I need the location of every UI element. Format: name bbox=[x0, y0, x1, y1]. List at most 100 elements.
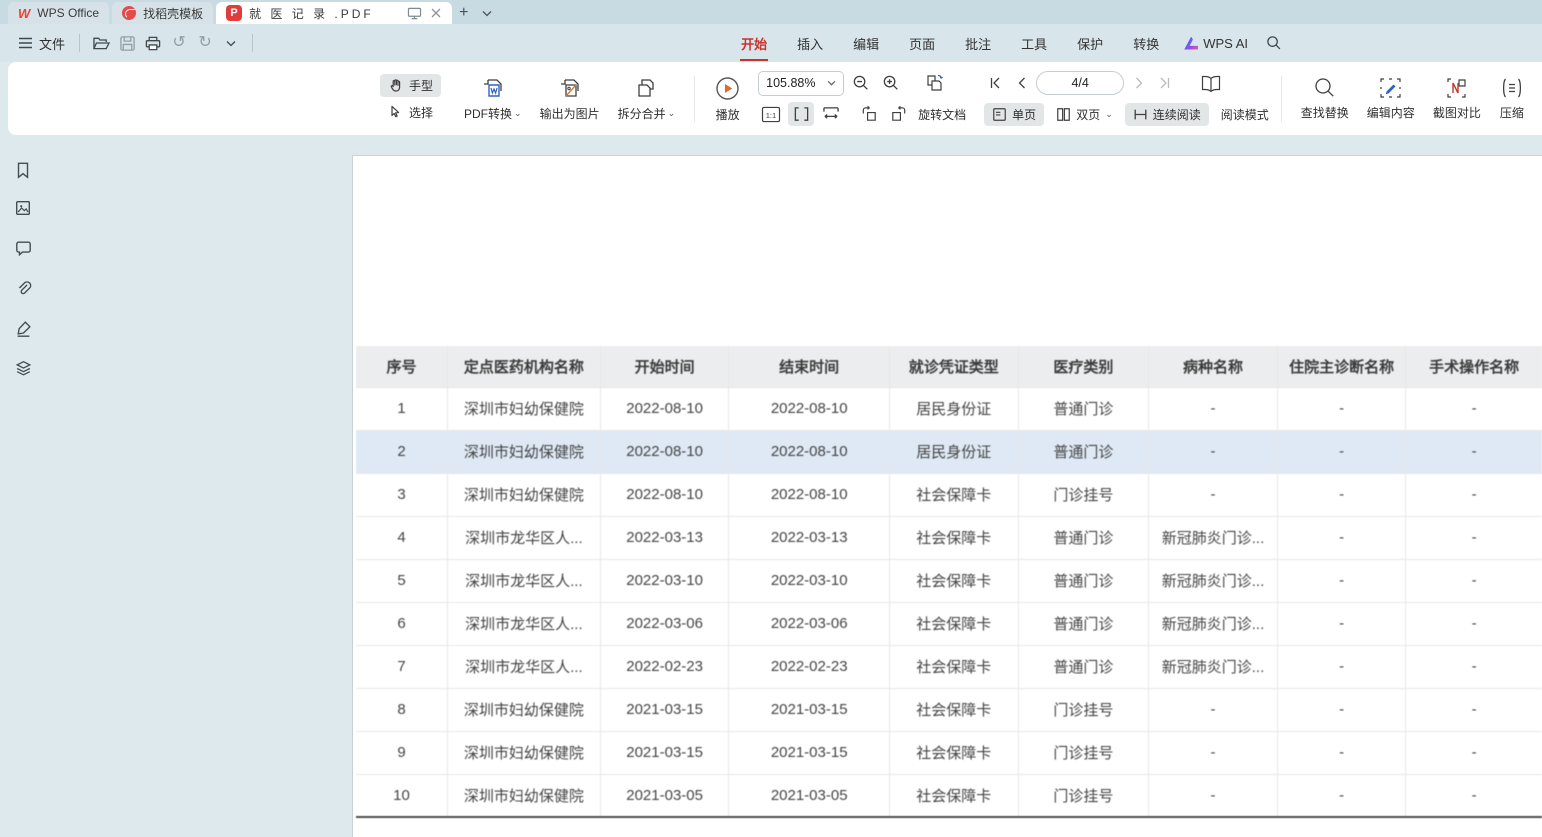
table-cell: - bbox=[1277, 645, 1405, 688]
wps-ai-logo-icon bbox=[1184, 37, 1198, 50]
compress-icon bbox=[1499, 76, 1525, 100]
bookmarks-panel-button[interactable] bbox=[12, 159, 34, 181]
table-row: 1深圳市妇幼保健院2022-08-102022-08-10居民身份证普通门诊--… bbox=[356, 387, 1542, 430]
pdf-convert-button[interactable]: PDF转换⌄ bbox=[455, 74, 531, 124]
open-file-button[interactable] bbox=[88, 30, 114, 56]
ribbon-tab[interactable]: 转换 bbox=[1118, 28, 1174, 59]
tab-list-chevron-icon[interactable] bbox=[475, 2, 499, 24]
attachments-panel-button[interactable] bbox=[12, 277, 34, 299]
tab-medical-record-pdf[interactable]: P 就 医 记 录 .PDF bbox=[216, 2, 452, 24]
table-cell: 2 bbox=[356, 430, 448, 473]
records-table: 序号定点医药机构名称开始时间结束时间就诊凭证类型医疗类别病种名称住院主诊断名称手… bbox=[356, 346, 1542, 818]
signature-panel-button[interactable] bbox=[12, 317, 34, 339]
ribbon-tab[interactable]: 编辑 bbox=[838, 28, 894, 59]
table-cell: - bbox=[1406, 688, 1542, 731]
tab-docer-templates[interactable]: 找稻壳模板 bbox=[112, 2, 213, 24]
read-mode-icon-button[interactable] bbox=[1198, 71, 1224, 95]
screenshot-compare-label: 截图对比 bbox=[1433, 104, 1481, 121]
previous-page-button[interactable] bbox=[1010, 72, 1032, 94]
zoom-level-value: 105.88% bbox=[766, 76, 815, 90]
ribbon-search-button[interactable] bbox=[1258, 35, 1290, 51]
table-cell: 深圳市龙华区人... bbox=[448, 559, 601, 602]
pdf-page[interactable]: 序号定点医药机构名称开始时间结束时间就诊凭证类型医疗类别病种名称住院主诊断名称手… bbox=[352, 155, 1542, 837]
ribbon-tab[interactable]: 批注 bbox=[950, 28, 1006, 59]
ribbon-tab[interactable]: 插入 bbox=[782, 28, 838, 59]
close-tab-icon[interactable] bbox=[430, 7, 442, 19]
screenshot-compare-icon bbox=[1444, 76, 1469, 100]
redo-button[interactable]: ↻ bbox=[192, 30, 218, 56]
thumbnails-panel-button[interactable] bbox=[12, 197, 34, 219]
zoom-level-select[interactable]: 105.88% bbox=[758, 71, 844, 96]
rotate-doc-label[interactable]: 旋转文档 bbox=[916, 106, 968, 123]
export-image-icon bbox=[557, 76, 583, 101]
rotate-left-button[interactable] bbox=[856, 102, 882, 126]
table-cell: 2022-03-06 bbox=[729, 602, 889, 645]
compress-button[interactable]: 压缩 bbox=[1490, 74, 1534, 123]
next-page-button[interactable] bbox=[1128, 72, 1150, 94]
table-row: 6深圳市龙华区人...2022-03-062022-03-06社会保障卡普通门诊… bbox=[356, 602, 1542, 645]
ribbon-tab[interactable]: 工具 bbox=[1006, 28, 1062, 59]
table-cell: 普通门诊 bbox=[1018, 430, 1149, 473]
export-as-image-button[interactable]: 输出为图片 bbox=[531, 74, 609, 124]
play-button[interactable]: 播放 bbox=[705, 73, 750, 125]
layers-panel-button[interactable] bbox=[12, 357, 34, 379]
read-mode-label[interactable]: 阅读模式 bbox=[1219, 106, 1271, 123]
table-row: 9深圳市妇幼保健院2021-03-152021-03-15社会保障卡门诊挂号--… bbox=[356, 731, 1542, 774]
zoom-in-button[interactable] bbox=[878, 71, 904, 95]
chevron-down-icon bbox=[226, 40, 236, 47]
print-button[interactable] bbox=[140, 30, 166, 56]
table-cell: - bbox=[1277, 430, 1405, 473]
edit-content-button[interactable]: 编辑内容 bbox=[1358, 74, 1424, 123]
table-cell: - bbox=[1406, 774, 1542, 817]
fit-page-button[interactable] bbox=[788, 102, 814, 126]
column-header: 序号 bbox=[356, 346, 448, 387]
table-cell: - bbox=[1277, 387, 1405, 430]
tab-label: 就 医 记 录 .PDF bbox=[249, 5, 400, 22]
pen-icon bbox=[14, 319, 33, 338]
double-page-button[interactable]: 双页 ⌄ bbox=[1048, 103, 1121, 126]
table-cell: 新冠肺炎门诊... bbox=[1149, 645, 1278, 688]
table-cell: - bbox=[1406, 473, 1542, 516]
replace-pages-button[interactable] bbox=[922, 71, 948, 95]
ribbon-tab[interactable]: 保护 bbox=[1062, 28, 1118, 59]
zoom-out-button[interactable] bbox=[848, 71, 874, 95]
find-replace-button[interactable]: 查找替换 bbox=[1292, 74, 1358, 123]
rotate-right-button[interactable] bbox=[886, 102, 912, 126]
pdf-convert-icon bbox=[480, 76, 506, 101]
comments-panel-button[interactable] bbox=[12, 237, 34, 259]
undo-button[interactable]: ↺ bbox=[166, 30, 192, 56]
single-page-label: 单页 bbox=[1012, 106, 1036, 123]
table-cell: 深圳市妇幼保健院 bbox=[448, 430, 601, 473]
play-icon bbox=[714, 75, 741, 102]
cursor-icon bbox=[388, 104, 404, 120]
table-cell: 2021-03-15 bbox=[729, 731, 889, 774]
last-page-button[interactable] bbox=[1154, 72, 1176, 94]
save-button[interactable] bbox=[114, 30, 140, 56]
file-menu-button[interactable]: 文件 bbox=[12, 30, 71, 57]
new-tab-button[interactable]: + bbox=[452, 2, 475, 24]
wps-ai-button[interactable]: WPS AI bbox=[1174, 36, 1258, 51]
select-tool-button[interactable]: 选择 bbox=[380, 101, 441, 124]
first-page-button[interactable] bbox=[984, 72, 1006, 94]
zoom-out-icon bbox=[852, 74, 870, 92]
actual-size-button[interactable]: 1:1 bbox=[758, 102, 784, 126]
column-header: 医疗类别 bbox=[1018, 346, 1149, 387]
hand-tool-button[interactable]: 手型 bbox=[380, 74, 441, 97]
page-number-input[interactable]: 4/4 bbox=[1036, 71, 1124, 95]
quick-access-chevron[interactable] bbox=[218, 30, 244, 56]
fit-width-button[interactable] bbox=[818, 102, 844, 126]
screenshot-compare-button[interactable]: 截图对比 bbox=[1424, 74, 1490, 123]
table-cell: 深圳市龙华区人... bbox=[448, 645, 601, 688]
layers-icon bbox=[14, 359, 33, 378]
double-page-label: 双页 bbox=[1076, 106, 1100, 123]
ribbon-tab[interactable]: 开始 bbox=[726, 28, 782, 59]
continuous-reading-button[interactable]: 连续阅读 bbox=[1125, 103, 1209, 126]
screencast-icon[interactable] bbox=[407, 7, 422, 20]
table-cell: 门诊挂号 bbox=[1018, 774, 1149, 817]
single-page-button[interactable]: 单页 bbox=[984, 103, 1044, 126]
ribbon-tab[interactable]: 页面 bbox=[894, 28, 950, 59]
table-cell: 社会保障卡 bbox=[889, 559, 1018, 602]
tab-wps-office[interactable]: W WPS Office bbox=[8, 2, 109, 24]
save-icon bbox=[119, 35, 136, 52]
split-merge-button[interactable]: 拆分合并⌄ bbox=[609, 74, 685, 124]
